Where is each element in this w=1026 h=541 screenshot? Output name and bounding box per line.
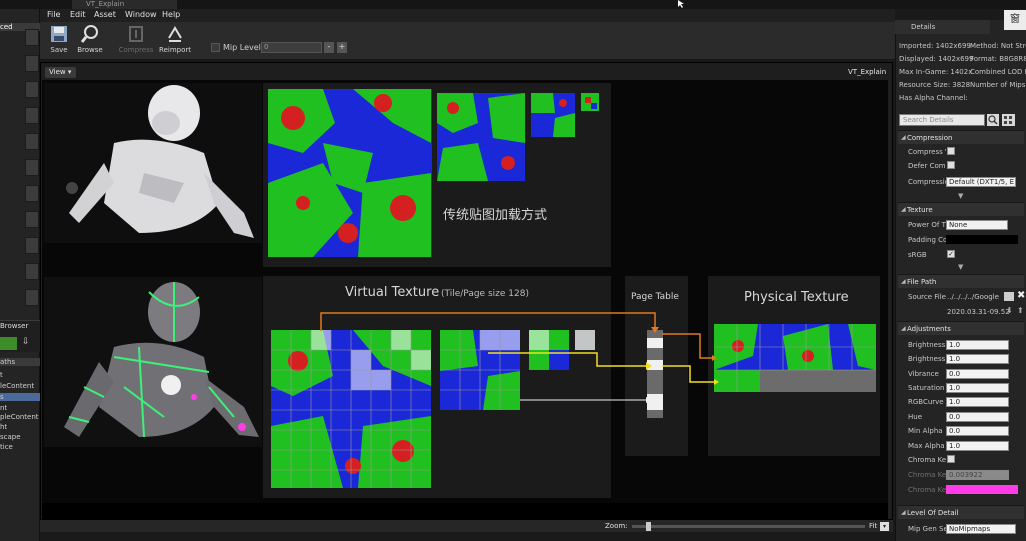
details-tab[interactable]: Details	[895, 20, 990, 34]
power-of-two-label: Power Of Tv	[908, 221, 946, 229]
padding-color-swatch[interactable]	[946, 235, 1018, 244]
search-icon[interactable]	[987, 114, 999, 126]
section-adjustments-label: Adjustments	[907, 325, 951, 333]
down-arrow-icon[interactable]: ⬇	[1006, 306, 1013, 315]
chroma-threshold-label: Chroma Key	[908, 471, 946, 479]
hue-label: Hue	[908, 413, 923, 421]
max-alpha-input[interactable]: 1.0	[946, 441, 1009, 451]
power-of-two-dropdown[interactable]: None	[946, 220, 1008, 230]
section-compression-label: Compression	[907, 134, 953, 142]
details-search-input[interactable]: Search Details	[899, 114, 985, 126]
section-compression[interactable]: ◢ Compression	[898, 130, 1024, 144]
brightness-input[interactable]: 1.0	[946, 340, 1009, 350]
max-alpha-label: Max Alpha	[908, 442, 945, 450]
info-format: Format: B8G8R8A	[970, 55, 1026, 63]
section-texture[interactable]: ◢ Texture	[898, 202, 1024, 216]
clear-file-icon[interactable]: ✖	[1017, 290, 1025, 301]
section-adjustments[interactable]: ◢ Adjustments	[898, 321, 1024, 335]
view-options-button[interactable]	[1002, 114, 1015, 126]
defer-compression-label: Defer Comp	[908, 162, 946, 170]
advanced-expand-icon[interactable]: ▼	[958, 263, 963, 271]
compression-settings-label: Compressio	[908, 178, 946, 186]
padding-color-label: Padding Co	[908, 236, 946, 244]
brightness-curve-input[interactable]: 1.0	[946, 354, 1009, 364]
compression-settings-dropdown[interactable]: Default (DXT1/5, E	[946, 177, 1016, 187]
details-tab-label: Details	[911, 23, 936, 31]
min-alpha-input[interactable]: 0.0	[946, 426, 1009, 436]
advanced-expand-icon[interactable]: ▼	[958, 192, 963, 200]
section-file-path-label: File Path	[907, 278, 937, 286]
mip-gen-settings-dropdown[interactable]: NoMipmaps	[946, 524, 1016, 534]
fit-label: Fit	[869, 522, 878, 530]
vibrance-input[interactable]: 0.0	[946, 369, 1009, 379]
section-lod-label: Level Of Detail	[907, 509, 959, 517]
mip-gen-settings-label: Mip Gen Se	[908, 525, 946, 533]
rgb-curve-input[interactable]: 1.0	[946, 397, 1009, 407]
mapping-arrows	[320, 312, 719, 403]
source-file-label: Source File	[908, 293, 946, 301]
section-level-of-detail[interactable]: ◢ Level Of Detail	[898, 505, 1024, 519]
saturation-label: Saturation	[908, 384, 945, 392]
info-num-mips: Number of Mips:	[970, 81, 1026, 89]
zoom-label: Zoom:	[605, 522, 628, 530]
browse-file-button[interactable]	[1004, 292, 1014, 301]
chroma-threshold-input[interactable]: 0.003922	[946, 470, 1009, 480]
section-texture-label: Texture	[907, 206, 933, 214]
info-alpha-channel: Has Alpha Channel:	[899, 94, 968, 102]
zoom-slider-handle[interactable]	[646, 522, 651, 531]
info-lod-bias: Combined LOD B	[970, 68, 1026, 76]
zoom-slider[interactable]	[632, 525, 865, 528]
rgb-curve-label: RGBCurve	[908, 398, 944, 406]
compress-without-alpha-checkbox[interactable]	[947, 147, 955, 155]
srgb-checkbox[interactable]: ✓	[947, 250, 955, 258]
chroma-key-checkbox[interactable]	[947, 455, 955, 463]
section-file-path[interactable]: ◢ File Path	[898, 274, 1024, 288]
chroma-color-swatch[interactable]	[946, 485, 1018, 494]
brightness-curve-label: Brightness I	[908, 355, 946, 363]
saturation-input[interactable]: 1.0	[946, 383, 1009, 393]
window-corner-button[interactable]: 窗	[1004, 10, 1026, 30]
chroma-key-label: Chroma Key	[908, 456, 946, 464]
defer-compression-checkbox[interactable]	[947, 161, 955, 169]
up-arrow-icon[interactable]: ⬆	[1017, 306, 1024, 315]
brightness-label: Brightness	[908, 341, 946, 349]
info-method: Method: Not Stre	[970, 42, 1026, 50]
vibrance-label: Vibrance	[908, 370, 939, 378]
source-file-date: 2020.03.31-09.52.2	[947, 308, 1009, 316]
min-alpha-label: Min Alpha	[908, 427, 943, 435]
srgb-label: sRGB	[908, 251, 927, 259]
chroma-color-label: Chroma Key	[908, 486, 946, 494]
fit-dropdown[interactable]: ▾	[880, 522, 889, 531]
hue-input[interactable]: 0.0	[946, 412, 1009, 422]
compress-without-alpha-label: Compress V	[908, 148, 946, 156]
source-file-value: ../../../../Google	[947, 293, 999, 301]
